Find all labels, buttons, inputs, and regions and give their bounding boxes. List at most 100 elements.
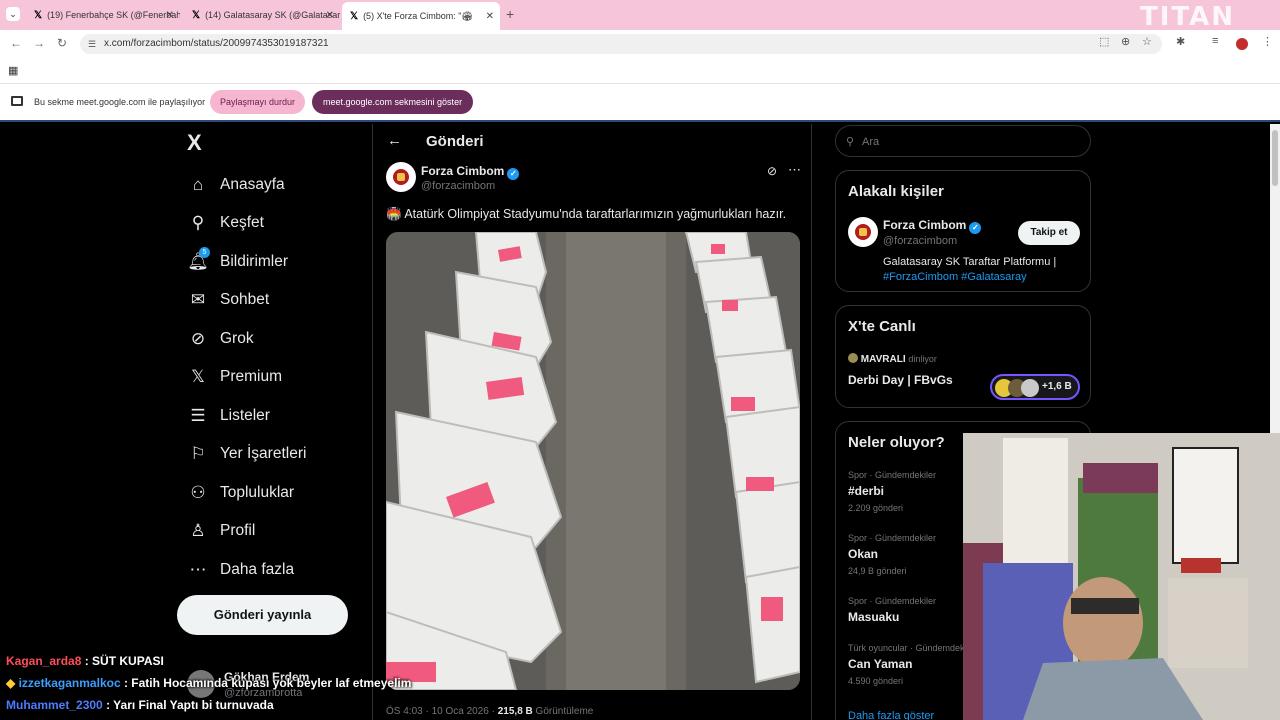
- live-on-x-card: X'te Canlı MAVRALI dinliyor Derbi Day | …: [835, 305, 1091, 408]
- forward-icon[interactable]: →: [33, 36, 45, 50]
- sidebar-item-notifications[interactable]: 🔔︎ 5 Bildirimler: [187, 247, 288, 277]
- trend-item[interactable]: Can Yaman: [848, 657, 912, 671]
- scrollbar-thumb[interactable]: [1272, 130, 1278, 186]
- grok-explain-icon[interactable]: ⊘: [767, 164, 777, 178]
- bell-icon: 🔔︎ 5: [187, 247, 210, 271]
- more-icon: ⋯: [189, 560, 207, 579]
- site-info-icon[interactable]: ☰: [88, 34, 96, 54]
- chat-message: ◆ izzetkaganmalkoc : Fatih Hocamında kup…: [6, 676, 412, 690]
- browser-tab[interactable]: 𝕏 (19) Fenerbahçe SK (@Fenerbahçe ✕: [26, 4, 180, 26]
- space-title[interactable]: Derbi Day | FBvGs: [848, 373, 953, 387]
- card-title: X'te Canlı: [848, 318, 916, 335]
- grok-icon: ⊘: [190, 329, 206, 348]
- chat-username: izzetkaganmalkoc: [18, 676, 121, 690]
- url-bar[interactable]: ☰ x.com/forzacimbom/status/2009974353019…: [80, 34, 1162, 54]
- tab-sharing-bar: Bu sekme meet.google.com ile paylaşılıyo…: [0, 84, 1280, 122]
- profile-avatar[interactable]: [1236, 38, 1248, 50]
- sharing-status-text: Bu sekme meet.google.com ile paylaşılıyo…: [34, 97, 206, 107]
- extensions-icon[interactable]: ✱: [1176, 35, 1185, 48]
- sidebar-item-bookmarks[interactable]: ⚐ Yer İşaretleri: [187, 439, 306, 469]
- space-listeners-pill[interactable]: +1,6 B: [990, 374, 1080, 400]
- search-input[interactable]: ⚲ Ara: [835, 125, 1091, 157]
- relevant-avatar[interactable]: [848, 217, 878, 247]
- sidebar-item-explore[interactable]: ⚲ Keşfet: [187, 208, 264, 238]
- sidebar-item-communities[interactable]: ⚇ Topluluklar: [187, 478, 294, 508]
- show-meet-tab-button[interactable]: meet.google.com sekmesini göster: [312, 90, 474, 114]
- close-tab-icon[interactable]: ✕: [166, 10, 174, 21]
- menu-icon[interactable]: ⋮: [1262, 35, 1273, 48]
- sidebar-item-messages[interactable]: ✉ Sohbet: [187, 285, 269, 315]
- post-image[interactable]: [386, 232, 800, 690]
- space-host: MAVRALI dinliyor: [848, 353, 937, 365]
- sidebar-item-lists[interactable]: ☰ Listeler: [187, 401, 270, 431]
- stream-watermark: TITAN: [1140, 2, 1236, 32]
- more-options-icon[interactable]: ⋯: [788, 162, 801, 178]
- bookmark-star-icon[interactable]: ☆: [1142, 35, 1152, 48]
- sidebar-item-premium[interactable]: 𝕏 Premium: [187, 362, 282, 392]
- url-text: x.com/forzacimbom/status/200997435301918…: [104, 38, 329, 49]
- trend-item[interactable]: Masuaku: [848, 610, 899, 624]
- new-tab-button[interactable]: +: [506, 6, 514, 22]
- close-tab-icon[interactable]: ✕: [486, 11, 494, 22]
- media-icon[interactable]: ≡: [1212, 35, 1218, 47]
- relevant-name[interactable]: Forza Cimbom ✓: [883, 218, 982, 234]
- trend-item[interactable]: Okan: [848, 547, 878, 561]
- trend-item[interactable]: #derbi: [848, 484, 884, 498]
- author-name[interactable]: Forza Cimbom ✓: [421, 164, 520, 180]
- back-icon[interactable]: ←: [10, 36, 22, 50]
- chat-username: Muhammet_2300: [6, 698, 103, 712]
- post-button[interactable]: Gönderi yayınla: [177, 595, 348, 635]
- stop-sharing-button[interactable]: Paylaşmayı durdur: [210, 90, 306, 114]
- x-favicon-icon: 𝕏: [350, 10, 359, 22]
- sidebar-item-more[interactable]: ⋯ Daha fazla: [187, 555, 295, 585]
- chat-message: Kagan_arda8 : SÜT KUPASI: [6, 654, 164, 668]
- chat-username: Kagan_arda8: [6, 654, 82, 668]
- chat-badge-icon: ◆: [6, 676, 16, 690]
- x-favicon-icon: 𝕏: [34, 9, 43, 21]
- card-title: Alakalı kişiler: [848, 183, 944, 200]
- x-logo-icon[interactable]: X: [187, 130, 202, 156]
- reload-icon[interactable]: ↻: [57, 36, 67, 50]
- follow-button[interactable]: Takip et: [1018, 221, 1080, 245]
- list-icon: ☰: [190, 406, 206, 425]
- webcam-feed-image: [963, 433, 1280, 720]
- search-icon: ⚲: [846, 136, 855, 148]
- sidebar-item-grok[interactable]: ⊘ Grok: [187, 324, 254, 354]
- author-handle[interactable]: @forzacimbom: [421, 180, 495, 192]
- install-icon[interactable]: ⬚: [1099, 35, 1109, 48]
- address-toolbar: ← → ↻ ☰ x.com/forzacimbom/status/2009974…: [0, 30, 1280, 58]
- stadium-seats-photo: [386, 232, 800, 690]
- x-icon: 𝕏: [191, 367, 205, 386]
- author-avatar[interactable]: [386, 162, 416, 192]
- sidebar-item-profile[interactable]: ♙ Profil: [187, 516, 255, 546]
- chat-message: Muhammet_2300 : Yarı Final Yaptı bi turn…: [6, 698, 274, 712]
- bookmark-icon: ⚐: [190, 444, 206, 463]
- communities-icon: ⚇: [190, 483, 206, 502]
- zoom-icon[interactable]: ⊕: [1121, 35, 1130, 48]
- apps-grid-icon[interactable]: ▦: [8, 64, 18, 77]
- show-more-link[interactable]: Daha fazla göster: [848, 710, 934, 720]
- webcam-overlay: [963, 433, 1280, 720]
- profile-icon: ♙: [190, 521, 206, 540]
- search-icon: ⚲: [191, 213, 205, 232]
- notification-badge: 5: [199, 247, 210, 258]
- home-icon: ⌂: [192, 175, 204, 194]
- browser-tab-active[interactable]: 𝕏 (5) X'te Forza Cimbom: "🏟 ✕: [342, 2, 500, 30]
- browser-tab[interactable]: 𝕏 (14) Galatasaray SK (@Galatasaray ✕: [184, 4, 340, 26]
- back-arrow-icon[interactable]: ←: [387, 132, 402, 149]
- card-title: Neler oluyor?: [848, 434, 945, 451]
- sidebar-item-home[interactable]: ⌂ Anasayfa: [187, 170, 285, 200]
- browser-tab-strip: ⌄ 𝕏 (19) Fenerbahçe SK (@Fenerbahçe ✕ 𝕏 …: [0, 0, 1280, 32]
- page-title: Gönderi: [426, 133, 484, 150]
- screen-share-icon: [11, 96, 23, 106]
- relevant-bio: Galatasaray SK Taraftar Platformu | #For…: [883, 256, 1057, 283]
- host-avatar: [848, 353, 858, 363]
- stream-chat-overlay: Kagan_arda8 : SÜT KUPASI ◆ izzetkaganmal…: [0, 652, 560, 718]
- bookmarks-bar: ▦: [0, 58, 1280, 84]
- tab-search-button[interactable]: ⌄: [6, 7, 20, 21]
- close-tab-icon[interactable]: ✕: [326, 10, 334, 21]
- relevant-handle: @forzacimbom: [883, 235, 958, 247]
- bio-hashtags[interactable]: #ForzaCimbom #Galatasaray: [883, 271, 1027, 283]
- x-favicon-icon: 𝕏: [192, 9, 201, 21]
- listener-avatar: [1021, 379, 1039, 397]
